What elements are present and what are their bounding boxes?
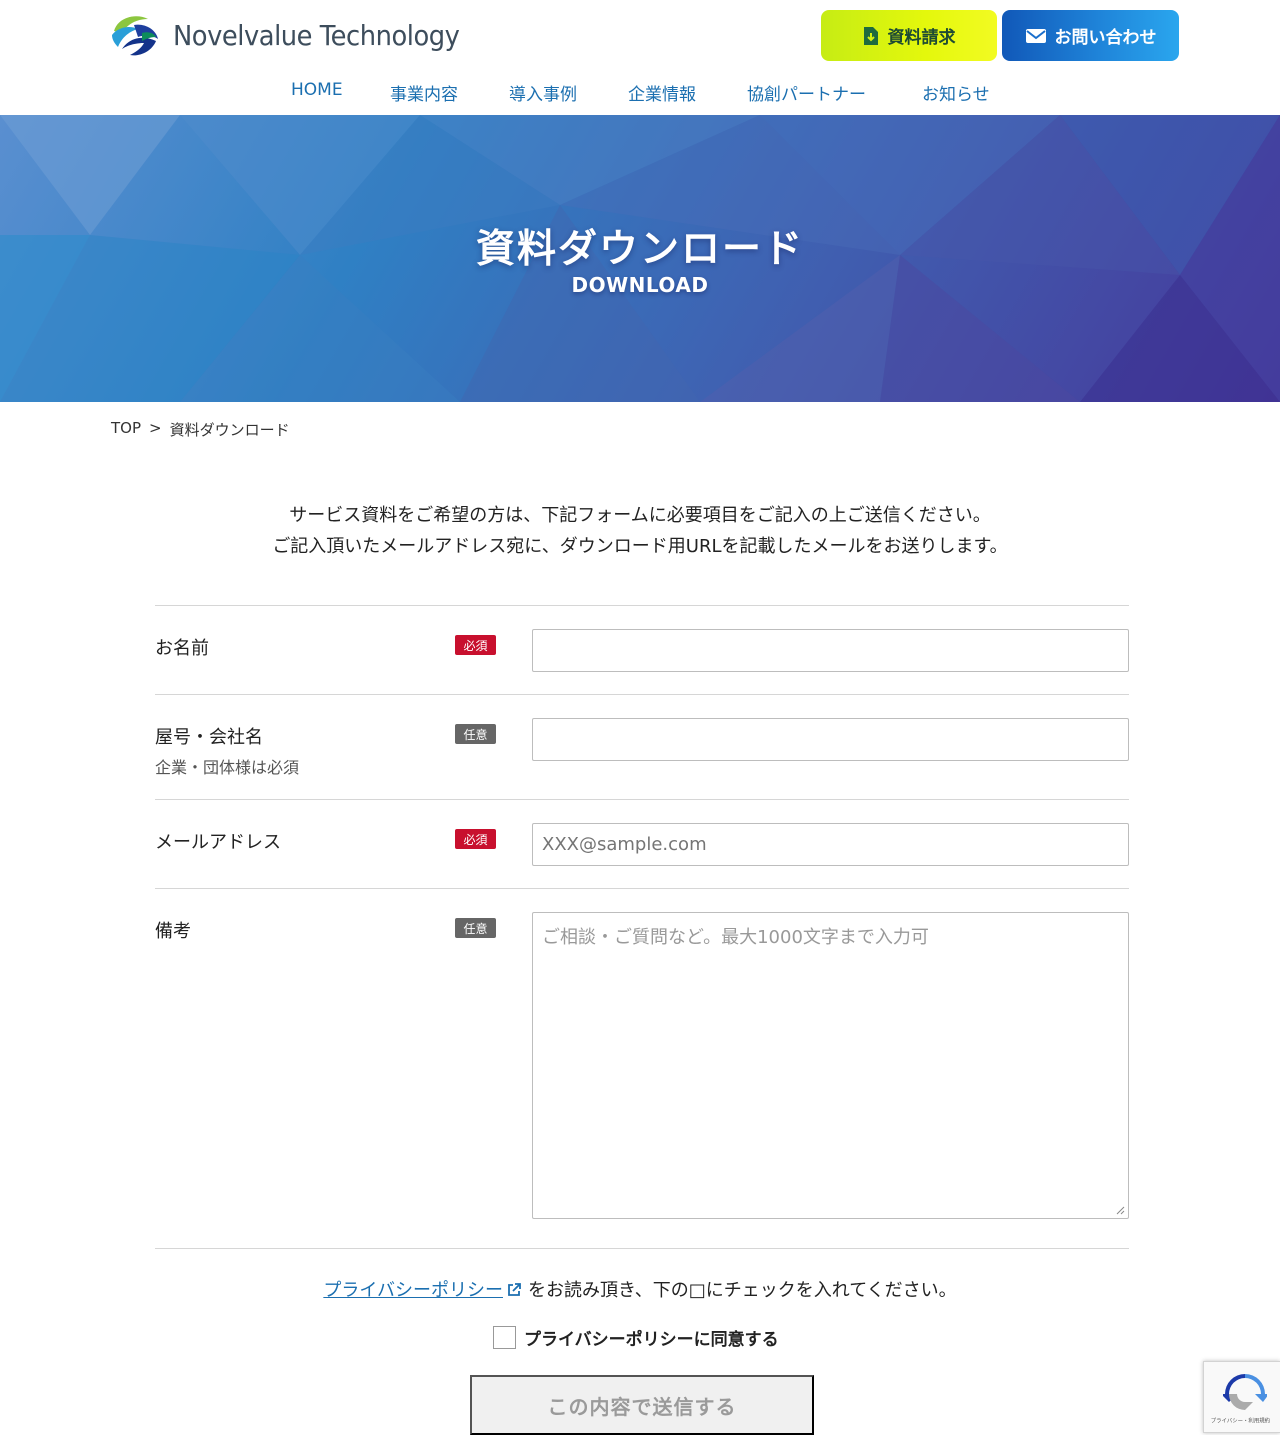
optional-badge: 任意	[455, 918, 496, 938]
site-header: Novelvalue Technology 資料請求 お問い合わせ HOME 事…	[0, 0, 1280, 115]
company-input[interactable]	[532, 718, 1129, 761]
privacy-agree[interactable]: プライバシーポリシーに同意する	[493, 1325, 779, 1350]
resize-handle-icon[interactable]	[1116, 1206, 1125, 1215]
logo-text: Novelvalue Technology	[173, 18, 460, 52]
recaptcha-badge[interactable]: プライバシー・利用規約	[1203, 1361, 1280, 1433]
nav-item-business[interactable]: 事業内容	[390, 80, 458, 105]
breadcrumb-top-link[interactable]: TOP	[111, 419, 141, 440]
privacy-instruction: プライバシーポリシー をお読み頂き、下の□にチェックを入れてください。	[0, 1276, 1280, 1302]
form-intro: サービス資料をご希望の方は、下記フォームに必要項目をご記入の上ご送信ください。 …	[0, 500, 1280, 562]
breadcrumb-separator: >	[149, 419, 162, 437]
contact-button[interactable]: お問い合わせ	[1002, 10, 1179, 61]
company-label: 屋号・会社名	[155, 727, 263, 748]
request-materials-button[interactable]: 資料請求	[821, 10, 997, 61]
breadcrumb-current: 資料ダウンロード	[169, 421, 290, 439]
form-divider	[155, 694, 1129, 695]
main-nav: HOME 事業内容 導入事例 企業情報 協創パートナー お知らせ	[0, 80, 1280, 106]
privacy-instruction-text: をお読み頂き、下の□にチェックを入れてください。	[527, 1280, 957, 1301]
external-link-icon	[508, 1283, 521, 1296]
optional-badge: 任意	[455, 724, 496, 744]
page-hero: 資料ダウンロード DOWNLOAD	[0, 115, 1280, 402]
form-divider	[155, 799, 1129, 800]
notes-placeholder: ご相談・ご質問など。最大1000文字まで入力可	[542, 927, 929, 948]
envelope-icon	[1025, 28, 1046, 43]
required-badge: 必須	[455, 829, 496, 849]
breadcrumb: TOP > 資料ダウンロード	[111, 419, 290, 440]
email-label: メールアドレス	[155, 832, 281, 853]
notes-label: 備考	[155, 921, 191, 942]
recaptcha-icon	[1223, 1374, 1267, 1410]
privacy-agree-checkbox[interactable]	[493, 1326, 516, 1349]
required-badge: 必須	[455, 635, 496, 655]
name-input[interactable]	[532, 629, 1129, 672]
form-divider	[155, 1248, 1129, 1249]
nav-item-home[interactable]: HOME	[291, 80, 343, 100]
submit-button[interactable]: この内容で送信する	[470, 1375, 814, 1435]
company-sublabel: 企業・団体様は必須	[155, 758, 300, 777]
nav-item-news[interactable]: お知らせ	[922, 80, 990, 105]
form-divider	[155, 888, 1129, 889]
notes-textarea[interactable]: ご相談・ご質問など。最大1000文字まで入力可	[532, 912, 1129, 1219]
intro-line-1: サービス資料をご希望の方は、下記フォームに必要項目をご記入の上ご送信ください。	[289, 505, 991, 526]
privacy-policy-link[interactable]: プライバシーポリシー	[323, 1280, 503, 1301]
page-subtitle: DOWNLOAD	[571, 273, 709, 297]
intro-line-2: ご記入頂いたメールアドレス宛に、ダウンロード用URLを記載したメールをお送りしま…	[272, 536, 1008, 557]
contact-label: お問い合わせ	[1054, 28, 1157, 48]
page-title: 資料ダウンロード	[475, 227, 804, 272]
nav-item-partners[interactable]: 協創パートナー	[747, 80, 866, 105]
form-divider	[155, 605, 1129, 606]
logo-mark-icon	[112, 16, 158, 56]
request-materials-label: 資料請求	[887, 28, 956, 48]
recaptcha-footer-text: プライバシー・利用規約	[1210, 1417, 1271, 1425]
nav-item-case-studies[interactable]: 導入事例	[509, 80, 577, 105]
privacy-agree-label: プライバシーポリシーに同意する	[524, 1330, 779, 1350]
site-logo[interactable]: Novelvalue Technology	[108, 10, 484, 60]
document-download-icon	[863, 26, 878, 45]
nav-item-company[interactable]: 企業情報	[628, 80, 696, 105]
email-input[interactable]	[532, 823, 1129, 866]
name-label: お名前	[155, 638, 209, 659]
